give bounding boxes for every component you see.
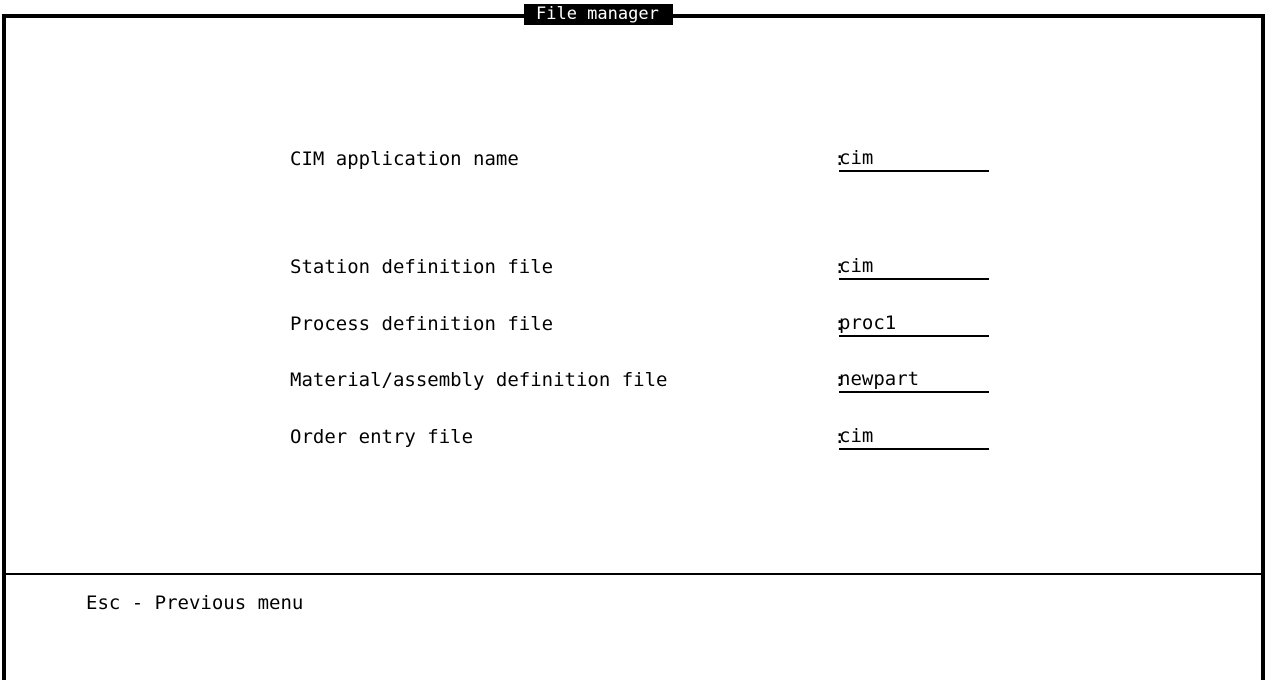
footer-divider [4,573,1265,575]
field-row-order-entry-file: Order entry file : [290,424,989,450]
window-frame [2,14,1265,680]
window-title: File manager [524,4,673,25]
process-definition-file-input[interactable] [839,311,989,337]
cim-application-name-input[interactable] [839,146,989,172]
cim-application-name-label: CIM application name [290,148,519,170]
field-row-cim-application-name: CIM application name : [290,146,989,172]
field-row-station-definition-file: Station definition file : [290,254,989,280]
escape-previous-menu-hint: Esc - Previous menu [86,592,304,614]
order-entry-file-label: Order entry file [290,426,474,448]
station-definition-file-input[interactable] [839,254,989,280]
field-row-material-assembly-definition-file: Material/assembly definition file : [290,367,989,393]
process-definition-file-label: Process definition file [290,313,554,335]
order-entry-file-input[interactable] [839,424,989,450]
material-assembly-definition-file-input[interactable] [839,367,989,393]
station-definition-file-label: Station definition file [290,256,554,278]
material-assembly-definition-file-label: Material/assembly definition file [290,369,668,391]
field-row-process-definition-file: Process definition file : [290,311,989,337]
